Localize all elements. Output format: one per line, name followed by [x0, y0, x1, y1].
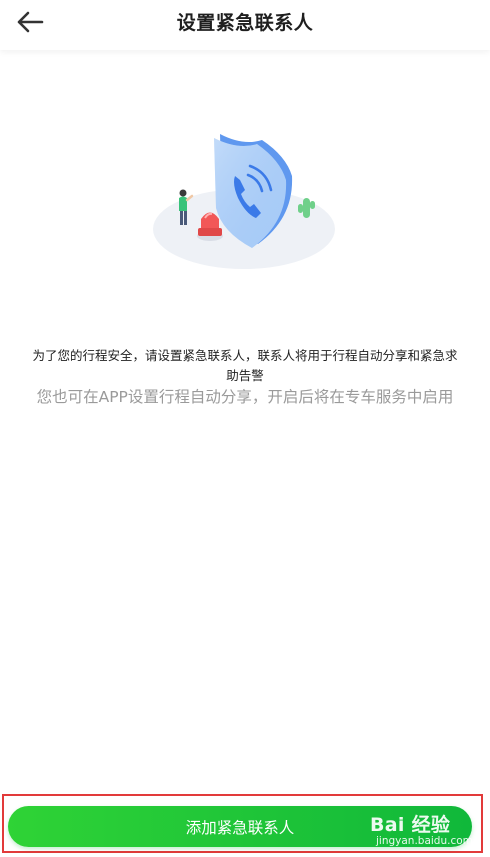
top-bar: 设置紧急联系人 — [0, 0, 490, 50]
add-button-label: 添加紧急联系人 — [185, 818, 295, 837]
add-emergency-contact-button[interactable]: 添加紧急联系人 — [8, 806, 472, 847]
page-title: 设置紧急联系人 — [176, 12, 314, 34]
description-text: 为了您的行程安全，请设置紧急联系人，联系人将用于行程自动分享和紧急求助告警 — [32, 348, 458, 383]
shield-phone-illustration — [140, 118, 350, 278]
hint-text: 您也可在APP设置行程自动分享，开启后将在专车服务中启用 — [36, 388, 454, 406]
shield-phone-icon — [153, 134, 335, 269]
